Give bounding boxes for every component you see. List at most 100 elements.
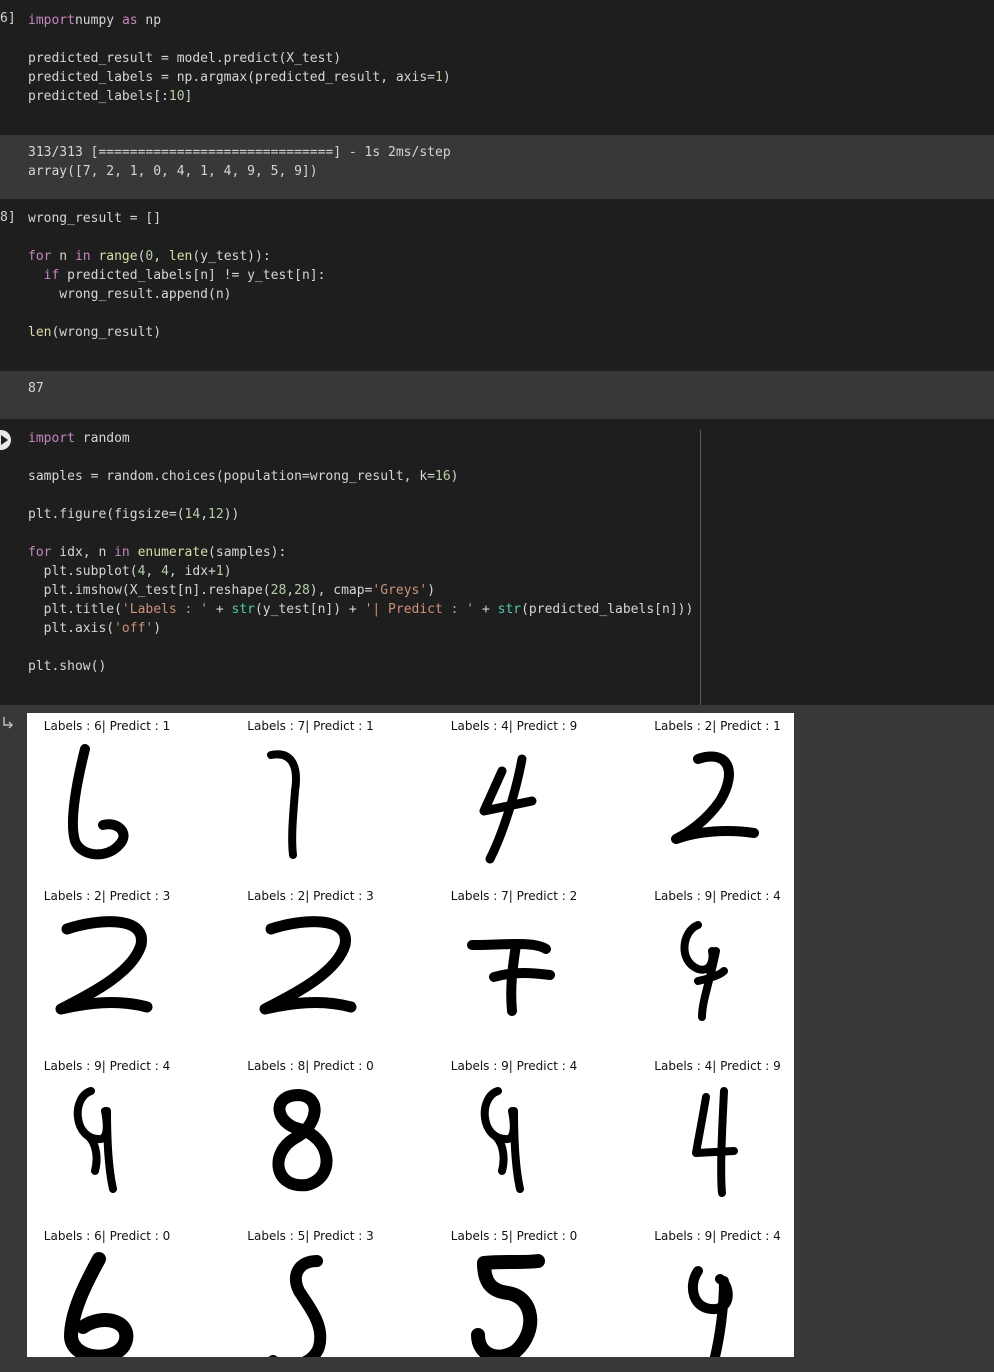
digit-image bbox=[480, 1087, 524, 1193]
digit-stroke bbox=[670, 751, 759, 844]
subplot-title: Labels : 2| Predict : 3 bbox=[43, 889, 171, 903]
code-line: for idx, n in enumerate(samples): bbox=[28, 545, 287, 560]
digit-stroke bbox=[271, 1089, 333, 1192]
subplot-title: Labels : 2| Predict : 1 bbox=[654, 719, 781, 733]
digit-stroke bbox=[67, 744, 129, 860]
digit-image bbox=[64, 1252, 134, 1357]
code-line: plt.axis('off') bbox=[28, 621, 162, 636]
digit-stroke bbox=[467, 939, 555, 1016]
digit-image bbox=[55, 916, 153, 1015]
subplot-title: Labels : 9| Predict : 4 bbox=[654, 889, 781, 903]
subplot-panel: Labels : 2| Predict : 3 bbox=[231, 883, 422, 1053]
subplot-title: Labels : 5| Predict : 0 bbox=[450, 1229, 578, 1243]
digit-stroke bbox=[480, 1087, 524, 1193]
code-line: wrong_result = [] bbox=[28, 211, 162, 226]
digit-stroke bbox=[687, 1266, 733, 1357]
code-line: if predicted_labels[n] != y_test[n]: bbox=[43, 268, 326, 283]
subplot-title: Labels : 6| Predict : 0 bbox=[43, 1229, 171, 1243]
code-line: len(wrong_result) bbox=[28, 325, 162, 340]
code-cell-1[interactable]: 6] importnumpy as np predicted_result = m… bbox=[0, 0, 994, 135]
digit-image bbox=[670, 751, 759, 844]
digit-image bbox=[271, 1089, 333, 1192]
digit-image bbox=[471, 1254, 545, 1357]
digit-stroke bbox=[268, 1255, 326, 1357]
code-line: predicted_labels = np.argmax(predicted_r… bbox=[28, 70, 451, 85]
digit-stroke bbox=[64, 1252, 134, 1357]
code-line: plt.subplot(4, 4, idx+1) bbox=[28, 564, 232, 579]
code-line: import random bbox=[28, 431, 130, 446]
execution-count: 8] bbox=[0, 210, 16, 225]
subplot-panel: Labels : 9| Predict : 4 bbox=[638, 883, 795, 1053]
digit-image bbox=[467, 939, 555, 1016]
subplot-panel: Labels : 2| Predict : 1 bbox=[638, 713, 795, 883]
editor-ruler bbox=[700, 430, 701, 705]
subplot-title: Labels : 9| Predict : 4 bbox=[654, 1229, 781, 1243]
digit-stroke bbox=[471, 1254, 545, 1357]
bottom-bar bbox=[0, 1357, 994, 1372]
subplot-panel: Labels : 9| Predict : 4 bbox=[638, 1223, 795, 1357]
code-line: plt.show() bbox=[28, 659, 107, 674]
subplot-panel: Labels : 6| Predict : 1 bbox=[27, 713, 218, 883]
subplot-panel: Labels : 7| Predict : 2 bbox=[434, 883, 625, 1053]
digit-image bbox=[691, 1087, 738, 1197]
digit-stroke bbox=[680, 921, 728, 1021]
digit-image bbox=[268, 1255, 326, 1357]
subplot-title: Labels : 9| Predict : 4 bbox=[43, 1059, 171, 1073]
digit-image bbox=[67, 744, 129, 860]
digit-image bbox=[479, 754, 537, 864]
subplot-title: Labels : 2| Predict : 3 bbox=[247, 889, 374, 903]
output-redirect-icon[interactable] bbox=[2, 716, 14, 730]
subplot-panel: Labels : 6| Predict : 0 bbox=[27, 1223, 218, 1357]
subplot-panel: Labels : 4| Predict : 9 bbox=[638, 1053, 795, 1223]
digit-stroke bbox=[479, 754, 537, 864]
code-editor[interactable]: import random samples = random.choices(po… bbox=[28, 429, 693, 676]
subplot-panel: Labels : 9| Predict : 4 bbox=[434, 1053, 625, 1223]
output-line: 87 bbox=[28, 381, 44, 396]
code-editor[interactable]: wrong_result = [] for n in range(0, len(y… bbox=[28, 209, 325, 342]
subplot-panel: Labels : 7| Predict : 1 bbox=[231, 713, 422, 883]
code-editor[interactable]: importnumpy as np predicted_result = mode… bbox=[28, 11, 451, 106]
code-line: predicted_labels[:10] bbox=[28, 89, 193, 104]
subplot-panel: Labels : 8| Predict : 0 bbox=[231, 1053, 422, 1223]
cell-output-2: 87 bbox=[0, 371, 994, 419]
subplot-panel: Labels : 4| Predict : 9 bbox=[434, 713, 625, 883]
digit-stroke bbox=[691, 1087, 738, 1197]
subplot-title: Labels : 4| Predict : 9 bbox=[450, 719, 578, 733]
subplot-title: Labels : 7| Predict : 2 bbox=[450, 889, 578, 903]
code-line: plt.title('Labels : ' + str(y_test[n]) +… bbox=[28, 602, 694, 617]
code-line: wrong_result.append(n) bbox=[28, 287, 232, 302]
code-line: predicted_result = model.predict(X_test) bbox=[28, 51, 342, 66]
subplot-panel: Labels : 5| Predict : 3 bbox=[231, 1223, 422, 1357]
digit-stroke bbox=[266, 750, 300, 859]
code-line: samples = random.choices(population=wron… bbox=[28, 469, 459, 484]
digit-stroke bbox=[55, 916, 153, 1015]
subplot-panel: Labels : 2| Predict : 3 bbox=[27, 883, 218, 1053]
code-cell-3[interactable]: import random samples = random.choices(po… bbox=[0, 419, 994, 705]
code-cell-2[interactable]: 8] wrong_result = [] for n in range(0, le… bbox=[0, 199, 994, 371]
code-line: importnumpy as np bbox=[28, 13, 162, 28]
subplot-title: Labels : 4| Predict : 9 bbox=[654, 1059, 781, 1073]
subplot-title: Labels : 9| Predict : 4 bbox=[450, 1059, 578, 1073]
output-line: 313/313 [==============================]… bbox=[28, 145, 451, 160]
digit-stroke bbox=[73, 1087, 117, 1193]
digit-image bbox=[266, 750, 300, 859]
digit-stroke bbox=[259, 916, 356, 1015]
digit-image bbox=[73, 1087, 117, 1193]
digit-image bbox=[680, 921, 728, 1021]
digit-image bbox=[259, 916, 356, 1015]
output-text: 313/313 [==============================]… bbox=[28, 143, 451, 181]
subplot-panel: Labels : 9| Predict : 4 bbox=[27, 1053, 218, 1223]
code-line: plt.imshow(X_test[n].reshape(28,28), cma… bbox=[28, 583, 436, 598]
output-text: 87 bbox=[28, 379, 44, 398]
code-line: for n in range(0, len(y_test)): bbox=[28, 249, 271, 264]
cell-output-1: 313/313 [==============================]… bbox=[0, 135, 994, 199]
subplot-title: Labels : 7| Predict : 1 bbox=[247, 719, 374, 733]
subplot-panel: Labels : 5| Predict : 0 bbox=[434, 1223, 625, 1357]
